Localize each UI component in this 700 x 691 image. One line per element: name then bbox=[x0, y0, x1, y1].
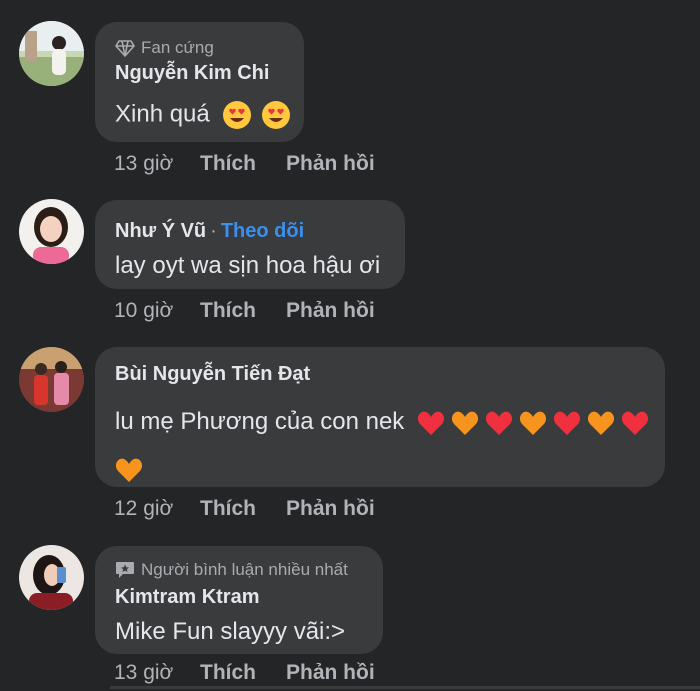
comment-time[interactable]: 13 giờ bbox=[114, 661, 200, 685]
comment-bubble: Bùi Nguyễn Tiến Đạt lu mẹ Phương của con… bbox=[95, 347, 665, 487]
fan-badge: Fan cứng bbox=[115, 38, 214, 58]
reply-button[interactable]: Phản hồi bbox=[286, 661, 375, 685]
comment-text: lu mẹ Phương của con nek bbox=[115, 398, 650, 492]
heart-eyes-emoji bbox=[222, 100, 252, 130]
orange-heart-emoji bbox=[519, 410, 547, 436]
author-name[interactable]: Như Ý Vũ bbox=[115, 220, 206, 242]
badge-label: Fan cứng bbox=[141, 38, 214, 57]
diamond-icon bbox=[115, 39, 135, 57]
comment-author[interactable]: Nguyễn Kim Chi bbox=[115, 62, 269, 85]
comment-text: Xinh quá bbox=[115, 100, 291, 130]
comment-time[interactable]: 12 giờ bbox=[114, 497, 200, 521]
avatar[interactable] bbox=[19, 199, 84, 264]
top-commenter-badge: Người bình luận nhiều nhất bbox=[115, 560, 348, 580]
orange-heart-emoji bbox=[587, 410, 615, 436]
comment-text: lay oyt wa sịn hoa hậu ơi bbox=[115, 252, 381, 279]
red-heart-emoji bbox=[485, 410, 513, 436]
avatar[interactable] bbox=[19, 347, 84, 412]
reply-button[interactable]: Phản hồi bbox=[286, 152, 375, 176]
comment-text: Mike Fun slayyy vãi:> bbox=[115, 618, 346, 645]
like-button[interactable]: Thích bbox=[200, 497, 286, 521]
heart-eyes-emoji bbox=[261, 100, 291, 130]
comment-meta: 10 giờ Thích Phản hồi bbox=[114, 299, 375, 323]
comment-bubble: Như Ý Vũ · Theo dõi lay oyt wa sịn hoa hậu… bbox=[95, 200, 405, 289]
comment-bubble-icon bbox=[116, 561, 134, 578]
comment-author[interactable]: Kimtram Ktram bbox=[115, 586, 259, 609]
like-button[interactable]: Thích bbox=[200, 152, 286, 176]
avatar[interactable] bbox=[19, 545, 84, 610]
comment-bubble: Người bình luận nhiều nhất Kimtram Ktram… bbox=[95, 546, 383, 654]
red-heart-emoji bbox=[553, 410, 581, 436]
red-heart-emoji bbox=[417, 410, 445, 436]
follow-link[interactable]: Theo dõi bbox=[221, 220, 304, 242]
orange-heart-emoji bbox=[115, 457, 143, 483]
orange-heart-emoji bbox=[451, 410, 479, 436]
comments-feed: Fan cứng Nguyễn Kim Chi Xinh quá 13 giờ … bbox=[0, 0, 700, 691]
comment-meta: 13 giờ Thích Phản hồi bbox=[114, 152, 375, 176]
reply-button[interactable]: Phản hồi bbox=[286, 299, 375, 323]
badge-label: Người bình luận nhiều nhất bbox=[141, 560, 348, 579]
comment-author: Như Ý Vũ · Theo dõi bbox=[115, 220, 304, 243]
comment-meta: 12 giờ Thích Phản hồi bbox=[114, 497, 375, 521]
red-heart-emoji bbox=[621, 410, 649, 436]
separator-dot: · bbox=[210, 220, 217, 242]
like-button[interactable]: Thích bbox=[200, 299, 286, 323]
comment-meta: 13 giờ Thích Phản hồi bbox=[114, 661, 375, 685]
comment-time[interactable]: 10 giờ bbox=[114, 299, 200, 323]
composer-edge bbox=[110, 686, 700, 689]
reply-button[interactable]: Phản hồi bbox=[286, 497, 375, 521]
like-button[interactable]: Thích bbox=[200, 661, 286, 685]
comment-author[interactable]: Bùi Nguyễn Tiến Đạt bbox=[115, 363, 310, 386]
comment-bubble: Fan cứng Nguyễn Kim Chi Xinh quá bbox=[95, 22, 304, 142]
avatar[interactable] bbox=[19, 21, 84, 86]
comment-time[interactable]: 13 giờ bbox=[114, 152, 200, 176]
